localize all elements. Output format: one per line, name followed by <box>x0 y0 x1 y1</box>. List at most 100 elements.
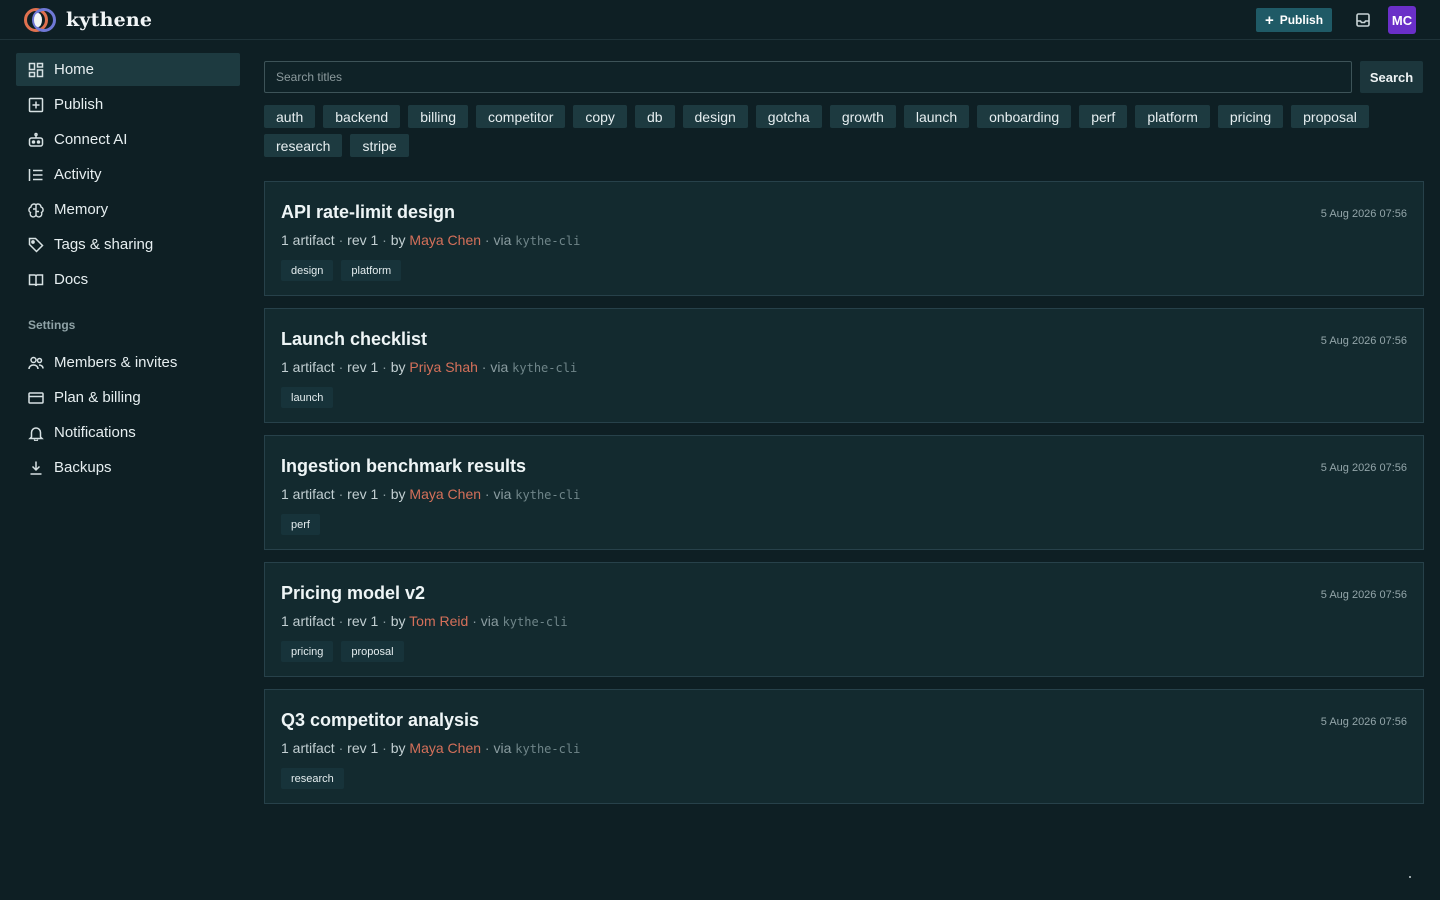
card-timestamp: 5 Aug 2026 07:56 <box>1320 462 1407 474</box>
tag-chip-gotcha[interactable]: gotcha <box>755 105 822 128</box>
sidebar-item-label: Activity <box>54 166 102 183</box>
sidebar-item-memory[interactable]: Memory <box>16 193 240 226</box>
artifact-card[interactable]: API rate-limit design 5 Aug 2026 07:56 1 a… <box>264 181 1424 296</box>
meta-separator: · <box>477 359 491 375</box>
card-tag[interactable]: proposal <box>341 641 404 662</box>
brand[interactable]: kythene <box>24 7 152 33</box>
sidebar-item-label: Members & invites <box>54 354 178 371</box>
publish-button[interactable]: + Publish <box>1256 8 1332 32</box>
author-link[interactable]: Maya Chen <box>409 486 481 502</box>
card-tag[interactable]: design <box>281 260 334 281</box>
card-title[interactable]: API rate-limit design <box>281 202 455 223</box>
sidebar-item-connect-ai[interactable]: Connect AI <box>16 123 240 156</box>
card-timestamp: 5 Aug 2026 07:56 <box>1320 335 1407 347</box>
kythene-logo-icon <box>24 7 58 33</box>
card-title[interactable]: Pricing model v2 <box>281 583 425 604</box>
search-button[interactable]: Search <box>1360 61 1423 93</box>
card-timestamp: 5 Aug 2026 07:56 <box>1320 208 1407 220</box>
author-link[interactable]: Priya Shah <box>409 359 477 375</box>
meta-separator: · <box>334 232 348 248</box>
card-tag[interactable]: perf <box>281 514 320 535</box>
source-client: kythe-cli <box>515 488 581 502</box>
source-client: kythe-cli <box>515 742 581 756</box>
via-label: via <box>493 232 512 248</box>
sidebar-item-activity[interactable]: Activity <box>16 158 240 191</box>
via-label: via <box>480 613 499 629</box>
tag-chip-competitor[interactable]: competitor <box>476 105 566 128</box>
source-client: kythe-cli <box>512 361 578 375</box>
author-link[interactable]: Maya Chen <box>409 740 481 756</box>
artifact-card[interactable]: Q3 competitor analysis 5 Aug 2026 07:56 1 … <box>264 689 1424 804</box>
card-tag[interactable]: launch <box>281 387 334 408</box>
revision: rev 1 <box>347 232 379 248</box>
tag-chip-proposal[interactable]: proposal <box>1291 105 1369 128</box>
sidebar-item-label: Publish <box>54 96 104 113</box>
card-meta: 1 artifact · rev 1 · by Maya Chen · via … <box>281 232 580 248</box>
card-title[interactable]: Ingestion benchmark results <box>281 456 526 477</box>
author-link[interactable]: Tom Reid <box>409 613 468 629</box>
tag-chip-perf[interactable]: perf <box>1079 105 1128 128</box>
sidebar-item-backups[interactable]: Backups <box>16 451 240 484</box>
plus-icon: + <box>1264 11 1274 29</box>
card-tag-list: perf <box>281 514 320 535</box>
sidebar-item-notifications[interactable]: Notifications <box>16 416 240 449</box>
tag-chip-backend[interactable]: backend <box>323 105 401 128</box>
card-meta: 1 artifact · rev 1 · by Maya Chen · via … <box>281 740 580 756</box>
by-label: by <box>390 359 406 375</box>
tag-chip-platform[interactable]: platform <box>1135 105 1210 128</box>
meta-separator: · <box>378 232 391 248</box>
grid-icon <box>28 62 44 77</box>
sidebar-item-label: Home <box>54 61 95 78</box>
sidebar-item-label: Connect AI <box>54 131 128 148</box>
tag-chip-pricing[interactable]: pricing <box>1217 105 1284 128</box>
tag-chip-launch[interactable]: launch <box>903 105 970 128</box>
meta-separator: · <box>334 486 348 502</box>
card-tag[interactable]: research <box>281 768 344 789</box>
sidebar-item-plan-billing[interactable]: Plan & billing <box>16 381 240 414</box>
tag-chip-billing[interactable]: billing <box>408 105 468 128</box>
sidebar-item-tags-sharing[interactable]: Tags & sharing <box>16 228 240 261</box>
search-input[interactable] <box>264 61 1352 93</box>
revision: rev 1 <box>347 359 379 375</box>
via-label: via <box>490 359 509 375</box>
card-meta: 1 artifact · rev 1 · by Maya Chen · via … <box>281 486 580 502</box>
tag-chip-onboarding[interactable]: onboarding <box>977 105 1072 128</box>
avatar[interactable]: MC <box>1388 6 1416 34</box>
tag-chip-auth[interactable]: auth <box>264 105 316 128</box>
artifact-card[interactable]: Pricing model v2 5 Aug 2026 07:56 1 artifa… <box>264 562 1424 677</box>
card-tag-list: research <box>281 768 344 789</box>
artifact-card[interactable]: Launch checklist 5 Aug 2026 07:56 1 artifa… <box>264 308 1424 423</box>
meta-separator: · <box>378 359 391 375</box>
plus-square-icon <box>28 97 44 112</box>
card-tag[interactable]: platform <box>341 260 402 281</box>
card-title[interactable]: Launch checklist <box>281 329 427 350</box>
by-label: by <box>390 613 406 629</box>
card-tag[interactable]: pricing <box>281 641 334 662</box>
meta-separator: · <box>378 613 391 629</box>
by-label: by <box>390 740 406 756</box>
sidebar-item-home[interactable]: Home <box>16 53 240 86</box>
bell-icon <box>28 426 44 441</box>
people-icon <box>28 356 44 369</box>
credit-card-icon <box>28 391 44 404</box>
tag-chip-copy[interactable]: copy <box>573 105 627 128</box>
top-bar: kythene + Publish MC <box>0 0 1440 40</box>
author-link[interactable]: Maya Chen <box>409 232 481 248</box>
tag-chip-research[interactable]: research <box>264 134 343 157</box>
artifact-count: 1 artifact <box>281 359 335 375</box>
artifact-count: 1 artifact <box>281 740 335 756</box>
card-title[interactable]: Q3 competitor analysis <box>281 710 479 731</box>
sidebar-item-docs[interactable]: Docs <box>16 263 240 296</box>
tag-chip-db[interactable]: db <box>634 105 675 128</box>
sidebar-item-publish[interactable]: Publish <box>16 88 240 121</box>
by-label: by <box>390 486 406 502</box>
artifact-card[interactable]: Ingestion benchmark results 5 Aug 2026 07… <box>264 435 1424 550</box>
tag-chip-growth[interactable]: growth <box>829 105 896 128</box>
card-timestamp: 5 Aug 2026 07:56 <box>1320 716 1407 728</box>
sidebar-item-members-invites[interactable]: Members & invites <box>16 346 240 379</box>
tag-chip-design[interactable]: design <box>682 105 748 128</box>
tag-chip-stripe[interactable]: stripe <box>350 134 409 157</box>
meta-separator: · <box>378 486 391 502</box>
inbox-icon[interactable] <box>1355 12 1371 28</box>
revision: rev 1 <box>347 740 379 756</box>
